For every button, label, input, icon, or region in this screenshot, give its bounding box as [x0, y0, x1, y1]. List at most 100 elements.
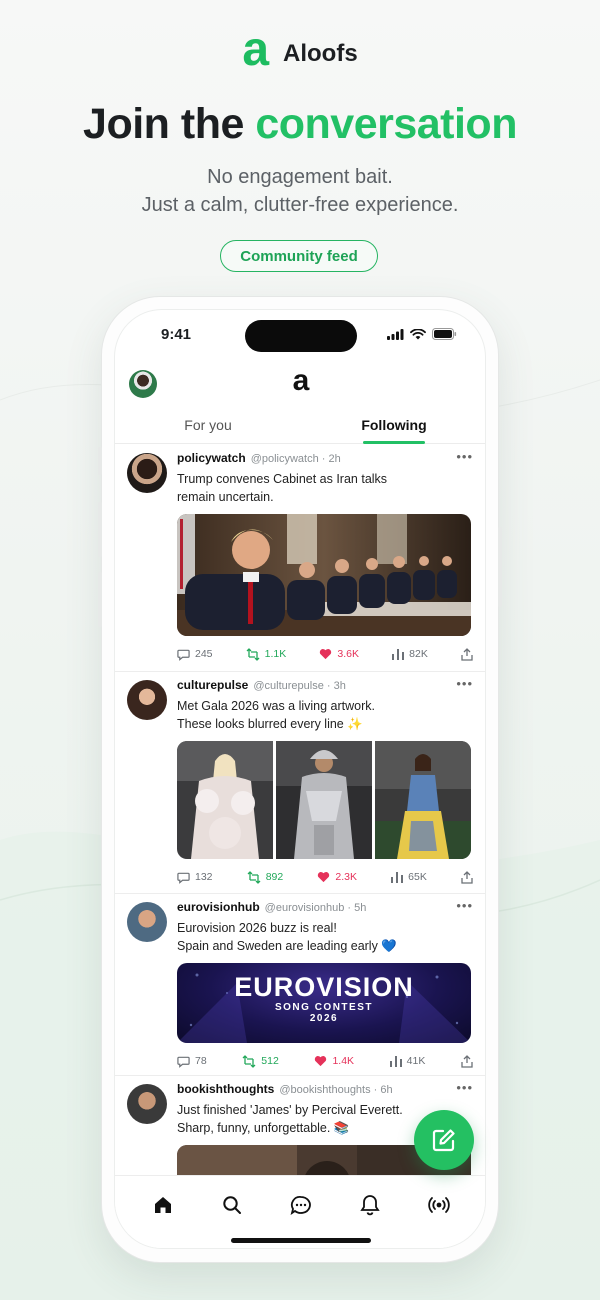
nav-notifications[interactable]: [355, 1190, 385, 1220]
comment-icon: [177, 1056, 190, 1068]
phone-side-button: [98, 447, 102, 475]
author-name[interactable]: policywatch: [177, 451, 246, 465]
post-text: Trump convenes Cabinet as Iran talks rem…: [177, 472, 388, 504]
more-options-icon[interactable]: •••: [456, 449, 473, 464]
notifications-icon: [360, 1195, 380, 1216]
home-icon: [155, 1197, 172, 1213]
author-avatar[interactable]: [127, 1084, 167, 1124]
author-name[interactable]: eurovisionhub: [177, 900, 260, 914]
author-avatar[interactable]: [127, 902, 167, 942]
tab-following[interactable]: Following: [301, 406, 485, 443]
post-text: Met Gala 2026 was a living artwork. Thes…: [177, 699, 376, 731]
nav-broadcast[interactable]: [424, 1190, 454, 1220]
share-button[interactable]: [461, 870, 473, 884]
like-count: 1.4K: [332, 1055, 355, 1067]
author-avatar[interactable]: [127, 453, 167, 493]
wifi-icon: [410, 328, 426, 339]
brand-logo: a: [242, 23, 270, 76]
feed-post[interactable]: eurovisionhub @eurovisionhub · 5h ••• Eu…: [115, 894, 485, 1079]
like-button[interactable]: 3.6K: [319, 648, 359, 660]
post-image[interactable]: [177, 514, 471, 636]
headline: Join the conversation: [0, 100, 600, 149]
messages-icon: [290, 1196, 311, 1215]
views-icon: [391, 871, 404, 883]
feed-list: policywatch @policywatch · 2h ••• Trump …: [115, 445, 485, 1175]
repost-icon: [242, 1054, 256, 1068]
community-feed-badge: Community feed: [220, 240, 378, 272]
nav-messages[interactable]: [286, 1190, 316, 1220]
status-bar: 9:41: [115, 310, 485, 360]
views-button[interactable]: 65K: [391, 871, 427, 883]
compose-icon: [432, 1129, 455, 1152]
signal-icon: [387, 328, 404, 340]
reply-button[interactable]: 132: [177, 871, 213, 884]
post-actions: 78 512 1.4K 41K: [177, 1043, 473, 1079]
reply-count: 245: [195, 648, 213, 660]
share-icon: [461, 1054, 473, 1068]
phone-power-button: [498, 527, 502, 607]
banner-subtitle: SONG CONTEST: [274, 1002, 373, 1013]
headline-accent: conversation: [255, 100, 517, 148]
feed-post[interactable]: policywatch @policywatch · 2h ••• Trump …: [115, 445, 485, 672]
like-button[interactable]: 1.4K: [314, 1055, 354, 1067]
comment-icon: [177, 649, 190, 661]
repost-count: 1.1K: [264, 648, 287, 660]
eurovision-banner[interactable]: EUROVISION SONG CONTEST 2026: [177, 963, 471, 1043]
author-handle: @policywatch · 2h: [250, 453, 341, 465]
headline-prefix: Join the: [83, 100, 244, 148]
share-button[interactable]: [461, 1054, 473, 1068]
reply-count: 78: [195, 1055, 207, 1067]
comment-icon: [177, 872, 190, 884]
repost-icon: [246, 647, 260, 661]
phone-volume-up: [98, 502, 102, 557]
reply-count: 132: [195, 871, 213, 883]
heart-icon: [315, 1056, 327, 1067]
compose-button[interactable]: [414, 1110, 474, 1170]
subheadline-line-1: No engagement bait.: [207, 166, 393, 188]
author-name[interactable]: culturepulse: [177, 678, 248, 692]
app-header: a: [115, 362, 485, 406]
author-handle: @bookishthoughts · 6h: [279, 1084, 393, 1096]
repost-button[interactable]: 1.1K: [246, 647, 287, 661]
post-actions: 132 892 2.3K 65K: [177, 859, 473, 895]
feed-tabs: For you Following: [115, 406, 485, 444]
views-button[interactable]: 82K: [392, 648, 428, 660]
broadcast-icon: [427, 1197, 450, 1213]
post-image-grid[interactable]: [177, 741, 471, 859]
nav-home[interactable]: [148, 1190, 178, 1220]
share-icon: [461, 870, 473, 884]
view-count: 82K: [409, 648, 428, 660]
dynamic-island: [245, 320, 357, 352]
banner-year: 2026: [309, 1013, 339, 1024]
feed-post[interactable]: culturepulse @culturepulse · 3h ••• Met …: [115, 672, 485, 895]
grid-photo-2[interactable]: [276, 741, 372, 859]
reply-button[interactable]: 78: [177, 1055, 207, 1068]
view-count: 41K: [406, 1055, 426, 1067]
status-icons: [387, 328, 457, 340]
author-avatar[interactable]: [127, 680, 167, 720]
like-button[interactable]: 2.3K: [317, 871, 357, 883]
repost-button[interactable]: 512: [242, 1054, 279, 1068]
brand-header: a Aloofs: [0, 26, 600, 74]
grid-photo-1[interactable]: [177, 741, 273, 859]
repost-button[interactable]: 892: [247, 870, 283, 884]
reply-button[interactable]: 245: [177, 648, 213, 661]
grid-photo-3[interactable]: [375, 741, 471, 859]
heart-icon: [318, 872, 330, 883]
author-name[interactable]: bookishthoughts: [177, 1082, 274, 1096]
banner-title: EUROVISION: [234, 972, 414, 1002]
more-options-icon[interactable]: •••: [456, 676, 473, 691]
phone-volume-down: [98, 572, 102, 627]
share-button[interactable]: [461, 647, 473, 661]
author-handle: @culturepulse · 3h: [253, 680, 346, 692]
repost-icon: [247, 870, 261, 884]
views-button[interactable]: 41K: [389, 1055, 426, 1067]
search-icon: [223, 1196, 242, 1214]
more-options-icon[interactable]: •••: [456, 1080, 473, 1095]
more-options-icon[interactable]: •••: [456, 898, 473, 913]
heart-icon: [320, 649, 332, 660]
home-indicator[interactable]: [231, 1238, 371, 1243]
nav-search[interactable]: [217, 1190, 247, 1220]
tab-for-you[interactable]: For you: [115, 406, 301, 443]
repost-count: 512: [261, 1055, 279, 1067]
